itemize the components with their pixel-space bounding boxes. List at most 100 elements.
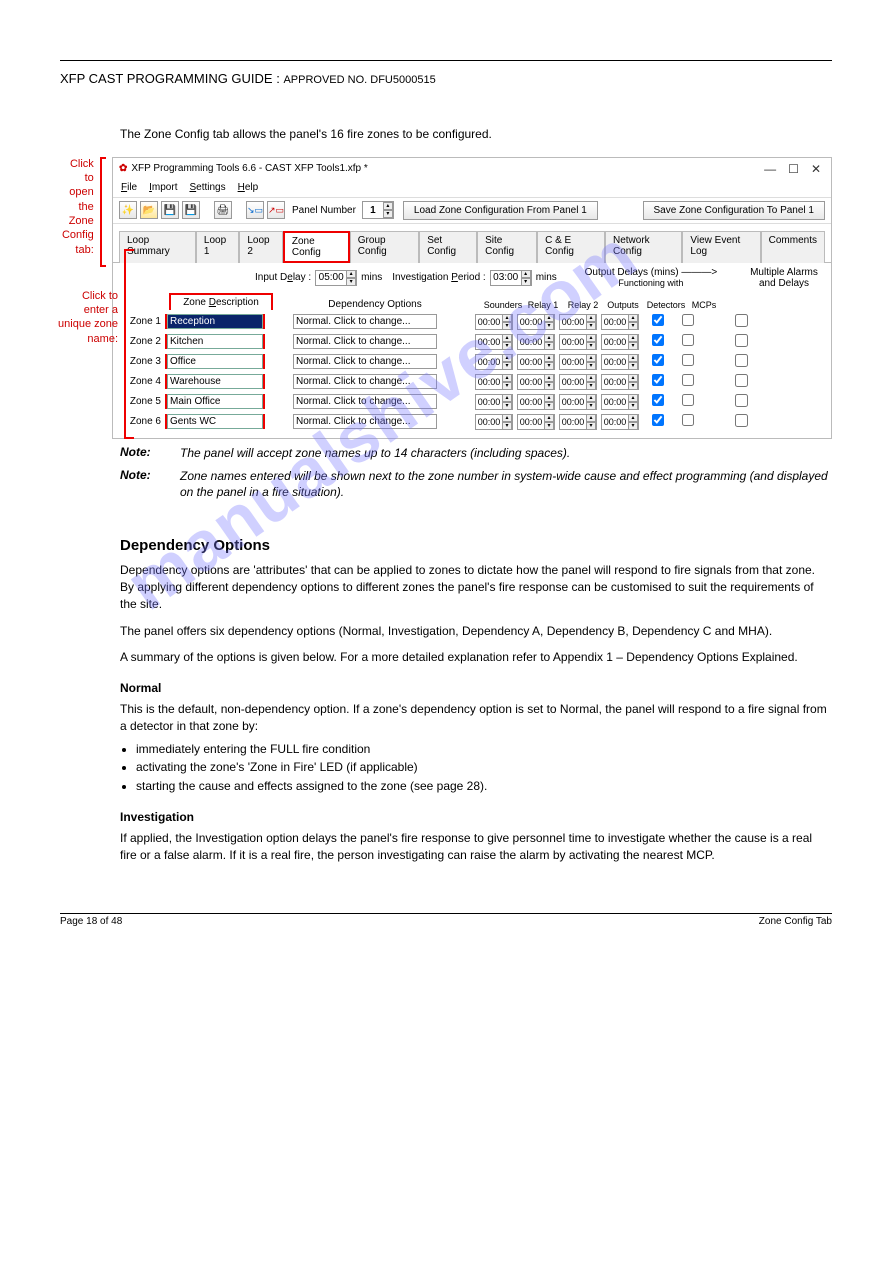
mcps-checkbox[interactable] [682, 334, 694, 346]
new-icon[interactable]: ✨ [119, 201, 137, 219]
relay2-spinner[interactable]: ▴▾ [559, 414, 597, 430]
open-icon[interactable]: 📂 [140, 201, 158, 219]
mcps-checkbox[interactable] [682, 314, 694, 326]
relay2-input[interactable] [560, 317, 586, 327]
tab-c-e-config[interactable]: C & E Config [537, 231, 605, 263]
sounders-input[interactable] [476, 317, 502, 327]
multiple-alarms-checkbox[interactable] [735, 314, 748, 327]
outputs-spinner[interactable]: ▴▾ [601, 394, 639, 410]
tab-view-event-log[interactable]: View Event Log [682, 231, 760, 263]
zone-description-input[interactable] [167, 314, 263, 329]
input-delay-input[interactable] [316, 272, 346, 283]
relay2-input[interactable] [560, 357, 586, 367]
close-button[interactable]: ✕ [811, 162, 821, 176]
tab-loop-1[interactable]: Loop 1 [196, 231, 239, 263]
sounders-spinner[interactable]: ▴▾ [475, 314, 513, 330]
save-icon[interactable]: 💾 [161, 201, 179, 219]
relay1-spinner[interactable]: ▴▾ [517, 354, 555, 370]
investigation-period-input[interactable] [491, 272, 521, 283]
download-icon[interactable]: ↘▭ [246, 201, 264, 219]
outputs-spinner[interactable]: ▴▾ [601, 314, 639, 330]
tab-zone-config[interactable]: Zone Config [283, 231, 350, 263]
relay1-spinner[interactable]: ▴▾ [517, 414, 555, 430]
relay2-spinner[interactable]: ▴▾ [559, 394, 597, 410]
outputs-input[interactable] [602, 357, 628, 367]
multiple-alarms-checkbox[interactable] [735, 374, 748, 387]
zone-description-input[interactable] [167, 374, 263, 389]
spin-down-icon[interactable]: ▾ [383, 210, 393, 218]
save-as-icon[interactable]: 💾 [182, 201, 200, 219]
print-icon[interactable]: 🖨 [214, 201, 232, 219]
relay1-input[interactable] [518, 357, 544, 367]
multiple-alarms-checkbox[interactable] [735, 334, 748, 347]
multiple-alarms-checkbox[interactable] [735, 394, 748, 407]
mcps-checkbox[interactable] [682, 374, 694, 386]
relay1-input[interactable] [518, 417, 544, 427]
menu-file[interactable]: File [121, 182, 137, 193]
dependency-input[interactable] [293, 414, 437, 429]
tab-set-config[interactable]: Set Config [419, 231, 477, 263]
relay1-spinner[interactable]: ▴▾ [517, 374, 555, 390]
relay1-input[interactable] [518, 377, 544, 387]
relay1-spinner[interactable]: ▴▾ [517, 394, 555, 410]
relay2-input[interactable] [560, 337, 586, 347]
zone-description-input[interactable] [167, 414, 263, 429]
dependency-input[interactable] [293, 334, 437, 349]
upload-icon[interactable]: ↗▭ [267, 201, 285, 219]
sounders-spinner[interactable]: ▴▾ [475, 394, 513, 410]
investigation-period-spinner[interactable]: ▴▾ [490, 270, 532, 286]
sounders-spinner[interactable]: ▴▾ [475, 414, 513, 430]
dependency-input[interactable] [293, 394, 437, 409]
detectors-checkbox[interactable] [652, 334, 664, 346]
multiple-alarms-checkbox[interactable] [735, 414, 748, 427]
detectors-checkbox[interactable] [652, 414, 664, 426]
tab-site-config[interactable]: Site Config [477, 231, 537, 263]
relay2-spinner[interactable]: ▴▾ [559, 334, 597, 350]
mcps-checkbox[interactable] [682, 354, 694, 366]
sounders-spinner[interactable]: ▴▾ [475, 354, 513, 370]
zone-description-input[interactable] [167, 394, 263, 409]
multiple-alarms-checkbox[interactable] [735, 354, 748, 367]
menu-settings[interactable]: Settings [189, 182, 225, 193]
outputs-spinner[interactable]: ▴▾ [601, 414, 639, 430]
relay1-input[interactable] [518, 397, 544, 407]
zone-description-input[interactable] [167, 334, 263, 349]
menu-help[interactable]: Help [238, 182, 259, 193]
dependency-input[interactable] [293, 374, 437, 389]
outputs-input[interactable] [602, 397, 628, 407]
outputs-spinner[interactable]: ▴▾ [601, 334, 639, 350]
dependency-input[interactable] [293, 354, 437, 369]
menu-import[interactable]: Import [149, 182, 177, 193]
outputs-input[interactable] [602, 337, 628, 347]
relay2-spinner[interactable]: ▴▾ [559, 354, 597, 370]
load-config-button[interactable]: Load Zone Configuration From Panel 1 [403, 201, 598, 220]
sounders-input[interactable] [476, 397, 502, 407]
outputs-spinner[interactable]: ▴▾ [601, 354, 639, 370]
tab-comments[interactable]: Comments [761, 231, 825, 263]
save-config-button[interactable]: Save Zone Configuration To Panel 1 [643, 201, 825, 220]
sounders-input[interactable] [476, 357, 502, 367]
relay2-input[interactable] [560, 417, 586, 427]
detectors-checkbox[interactable] [652, 314, 664, 326]
detectors-checkbox[interactable] [652, 354, 664, 366]
panel-number-spinner[interactable]: ▴▾ [362, 201, 394, 219]
tab-network-config[interactable]: Network Config [605, 231, 682, 263]
sounders-spinner[interactable]: ▴▾ [475, 334, 513, 350]
relay1-input[interactable] [518, 337, 544, 347]
dependency-input[interactable] [293, 314, 437, 329]
tab-group-config[interactable]: Group Config [350, 231, 419, 263]
relay2-spinner[interactable]: ▴▾ [559, 314, 597, 330]
relay1-input[interactable] [518, 317, 544, 327]
zone-description-input[interactable] [167, 354, 263, 369]
detectors-checkbox[interactable] [652, 394, 664, 406]
outputs-input[interactable] [602, 317, 628, 327]
relay2-spinner[interactable]: ▴▾ [559, 374, 597, 390]
outputs-spinner[interactable]: ▴▾ [601, 374, 639, 390]
tab-loop-2[interactable]: Loop 2 [239, 231, 282, 263]
sounders-input[interactable] [476, 377, 502, 387]
sounders-spinner[interactable]: ▴▾ [475, 374, 513, 390]
outputs-input[interactable] [602, 377, 628, 387]
panel-number-input[interactable] [363, 205, 383, 216]
sounders-input[interactable] [476, 337, 502, 347]
relay1-spinner[interactable]: ▴▾ [517, 334, 555, 350]
